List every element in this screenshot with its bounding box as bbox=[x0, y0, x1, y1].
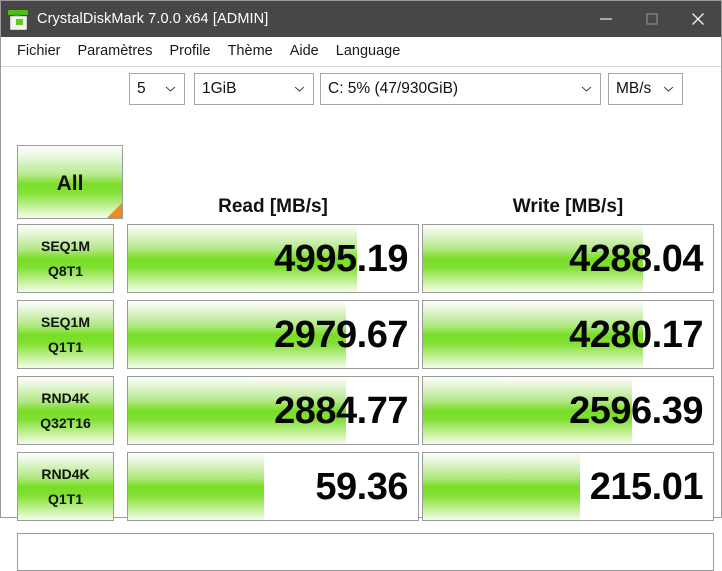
read-result-cell[interactable]: 4995.19 bbox=[127, 224, 419, 293]
run-all-button[interactable]: All bbox=[17, 145, 123, 219]
minimize-button[interactable] bbox=[583, 1, 629, 37]
chevron-down-icon bbox=[165, 86, 176, 93]
write-value: 4280.17 bbox=[569, 313, 703, 356]
close-icon bbox=[692, 13, 704, 25]
test-label-cell[interactable]: SEQ1M Q1T1 bbox=[17, 300, 114, 369]
title-bar: CrystalDiskMark 7.0.0 x64 [ADMIN] bbox=[1, 1, 721, 37]
table-row: RND4K Q32T16 2884.77 2596.39 bbox=[1, 374, 722, 450]
maximize-button[interactable] bbox=[629, 1, 675, 37]
menu-bar: Fichier Paramètres Profile Thème Aide La… bbox=[1, 37, 721, 67]
results-grid: SEQ1M Q8T1 4995.19 4288.04 SEQ1M Q1T1 29… bbox=[1, 222, 722, 526]
read-value: 2884.77 bbox=[274, 389, 408, 432]
write-result-cell[interactable]: 4280.17 bbox=[422, 300, 714, 369]
test-label-cell[interactable]: RND4K Q32T16 bbox=[17, 376, 114, 445]
run-all-corner-indicator bbox=[107, 203, 122, 218]
test-name: SEQ1M bbox=[40, 238, 90, 254]
chevron-down-icon bbox=[294, 86, 305, 93]
read-result-cell[interactable]: 59.36 bbox=[127, 452, 419, 521]
write-value: 215.01 bbox=[589, 465, 704, 508]
table-row: SEQ1M Q1T1 2979.67 4280.17 bbox=[1, 298, 722, 374]
test-queue: Q32T16 bbox=[40, 415, 91, 431]
write-result-cell[interactable]: 4288.04 bbox=[422, 224, 714, 293]
write-value: 2596.39 bbox=[569, 389, 703, 432]
write-result-cell[interactable]: 215.01 bbox=[422, 452, 714, 521]
menu-item-theme[interactable]: Thème bbox=[220, 41, 281, 62]
minimize-icon bbox=[600, 18, 612, 20]
test-queue: Q8T1 bbox=[47, 263, 83, 279]
chevron-down-icon bbox=[581, 86, 592, 93]
window-controls bbox=[583, 1, 721, 37]
menu-item-profile[interactable]: Profile bbox=[161, 41, 218, 62]
test-queue: Q1T1 bbox=[47, 491, 83, 507]
write-value: 4288.04 bbox=[569, 237, 703, 280]
read-result-cell[interactable]: 2979.67 bbox=[127, 300, 419, 369]
read-result-cell[interactable]: 2884.77 bbox=[127, 376, 419, 445]
menu-item-fichier[interactable]: Fichier bbox=[9, 41, 69, 62]
crystaldiskmark-icon bbox=[8, 9, 28, 30]
test-label-cell[interactable]: SEQ1M Q8T1 bbox=[17, 224, 114, 293]
write-column-header: Write [MB/s] bbox=[512, 196, 624, 217]
read-value: 59.36 bbox=[315, 465, 408, 508]
close-button[interactable] bbox=[675, 1, 721, 37]
read-value: 2979.67 bbox=[274, 313, 408, 356]
drive-select[interactable]: C: 5% (47/930GiB) bbox=[320, 73, 601, 105]
test-count-select[interactable]: 5 bbox=[129, 73, 185, 105]
read-value: 4995.19 bbox=[274, 237, 408, 280]
read-bar bbox=[128, 453, 265, 520]
toolbar: 5 1GiB C: 5% (47/930GiB) MB/s bbox=[1, 67, 722, 107]
chevron-down-icon bbox=[663, 86, 674, 93]
test-size-value: 1GiB bbox=[202, 80, 237, 97]
test-size-select[interactable]: 1GiB bbox=[194, 73, 314, 105]
test-label-cell[interactable]: RND4K Q1T1 bbox=[17, 452, 114, 521]
menu-item-language[interactable]: Language bbox=[328, 41, 409, 62]
unit-value: MB/s bbox=[616, 80, 652, 97]
window-title: CrystalDiskMark 7.0.0 x64 [ADMIN] bbox=[37, 11, 269, 27]
test-name: SEQ1M bbox=[40, 314, 90, 330]
comment-input[interactable] bbox=[17, 533, 714, 571]
main-content: 5 1GiB C: 5% (47/930GiB) MB/s All Read [… bbox=[1, 67, 722, 571]
menu-item-parametres[interactable]: Paramètres bbox=[70, 41, 161, 62]
menu-item-aide[interactable]: Aide bbox=[282, 41, 327, 62]
read-column-header: Read [MB/s] bbox=[218, 196, 328, 217]
test-queue: Q1T1 bbox=[47, 339, 83, 355]
run-all-label: All bbox=[56, 172, 84, 195]
table-row: RND4K Q1T1 59.36 215.01 bbox=[1, 450, 722, 526]
test-name: RND4K bbox=[41, 390, 90, 406]
maximize-icon bbox=[646, 13, 658, 25]
write-result-cell[interactable]: 2596.39 bbox=[422, 376, 714, 445]
unit-select[interactable]: MB/s bbox=[608, 73, 683, 105]
write-bar bbox=[423, 453, 580, 520]
crystaldiskmark-window: CrystalDiskMark 7.0.0 x64 [ADMIN] Fichie… bbox=[0, 0, 722, 571]
test-name: RND4K bbox=[41, 466, 90, 482]
table-row: SEQ1M Q8T1 4995.19 4288.04 bbox=[1, 222, 722, 298]
test-count-value: 5 bbox=[137, 80, 146, 97]
drive-value: C: 5% (47/930GiB) bbox=[328, 80, 459, 97]
